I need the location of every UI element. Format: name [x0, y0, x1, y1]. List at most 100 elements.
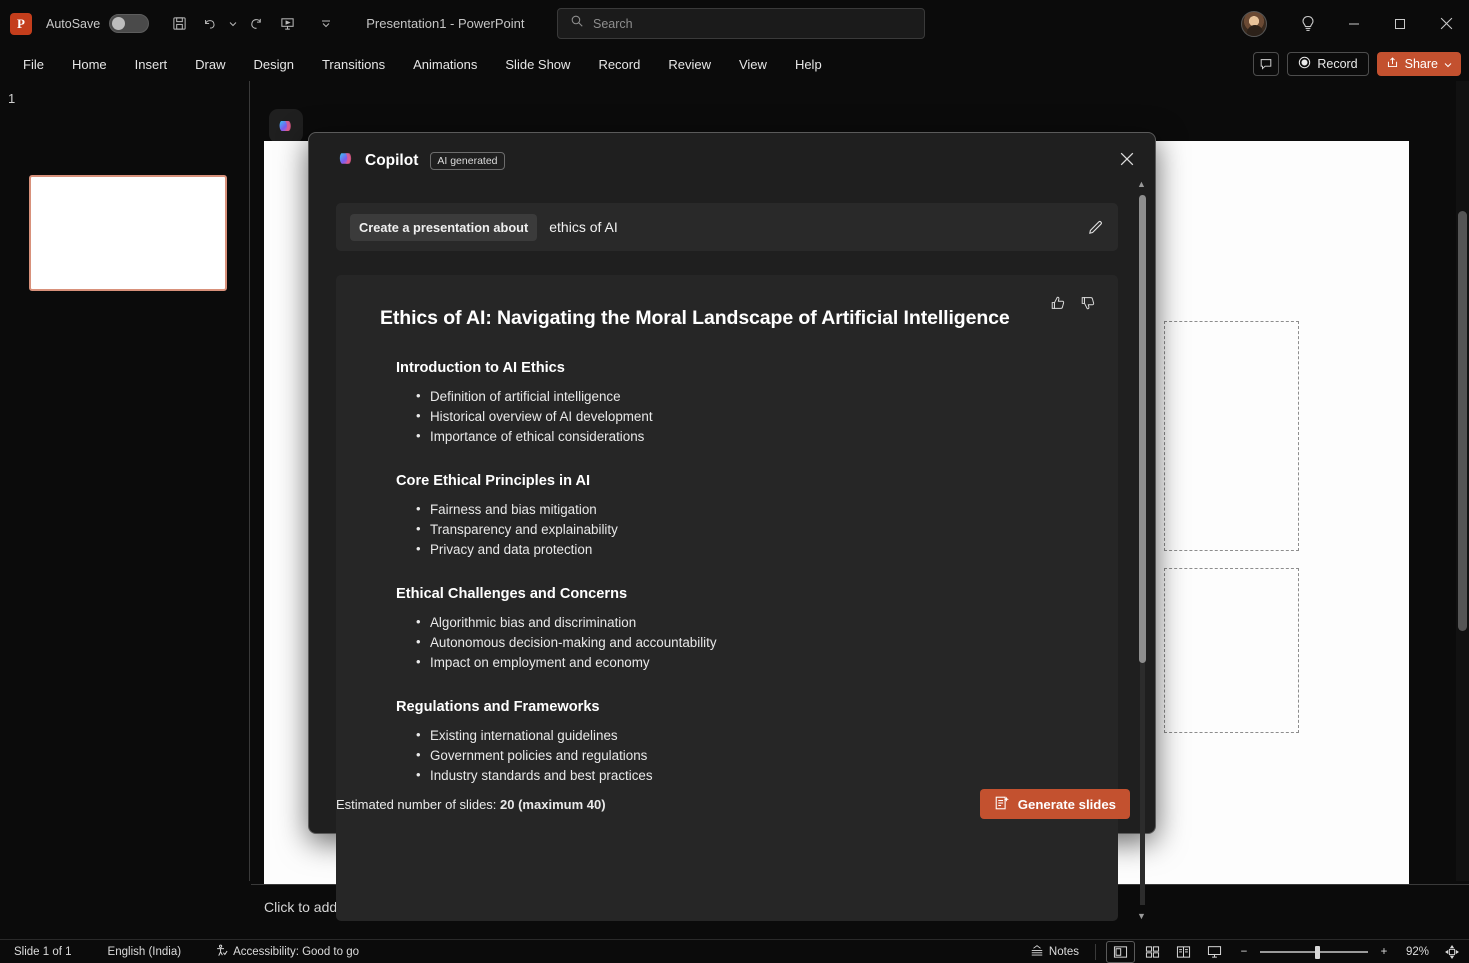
normal-view-button[interactable] — [1106, 941, 1135, 963]
generate-slides-button[interactable]: Generate slides — [980, 789, 1130, 819]
undo-dropdown-chevron-down-icon[interactable] — [227, 10, 239, 38]
canvas-scrollbar-thumb[interactable] — [1458, 211, 1467, 631]
undo-icon[interactable] — [196, 10, 224, 38]
maximize-button[interactable] — [1377, 0, 1423, 47]
estimated-slides-text: Estimated number of slides: 20 (maximum … — [336, 797, 606, 812]
title-bar-right-cluster — [1241, 0, 1469, 47]
reading-view-button[interactable] — [1170, 941, 1197, 963]
scroll-down-arrow-icon[interactable]: ▼ — [1137, 911, 1146, 921]
outline-bullet: Definition of artificial intelligence — [416, 387, 1078, 407]
zoom-in-label: + — [1381, 946, 1388, 958]
record-circle-icon — [1298, 56, 1311, 72]
powerpoint-logo-icon: P — [10, 13, 32, 35]
tab-design[interactable]: Design — [243, 53, 305, 76]
tab-review[interactable]: Review — [657, 53, 722, 76]
title-placeholder[interactable] — [1164, 321, 1299, 551]
copilot-dialog-footer: Estimated number of slides: 20 (maximum … — [309, 775, 1157, 833]
canvas-vertical-scrollbar[interactable] — [1456, 81, 1469, 881]
share-icon — [1386, 56, 1399, 72]
outline-bullet: Autonomous decision-making and accountab… — [416, 633, 1078, 653]
lightbulb-icon[interactable] — [1285, 0, 1331, 47]
tab-record[interactable]: Record — [587, 53, 651, 76]
thumbnail-number: 1 — [8, 91, 15, 106]
search-box[interactable]: Search — [557, 8, 925, 39]
tab-draw[interactable]: Draw — [184, 53, 236, 76]
tab-slide-show[interactable]: Slide Show — [494, 53, 581, 76]
outline-bullet: Privacy and data protection — [416, 540, 1078, 560]
status-bar-right-cluster: Notes − — [1024, 940, 1465, 963]
outline-section-heading: Core Ethical Principles in AI — [396, 473, 1078, 489]
copilot-dialog-title: Copilot — [365, 152, 418, 170]
ribbon-tab-bar: File Home Insert Draw Design Transitions… — [0, 47, 1469, 81]
outline-title: Ethics of AI: Navigating the Moral Lands… — [380, 307, 1078, 330]
notes-toggle-button[interactable]: Notes — [1024, 941, 1085, 963]
outline-section: Ethical Challenges and Concerns Algorith… — [380, 586, 1078, 673]
record-button-label: Record — [1317, 57, 1357, 71]
outline-bullet: Algorithmic bias and discrimination — [416, 613, 1078, 633]
fit-to-window-icon[interactable] — [1439, 941, 1465, 963]
redo-icon[interactable] — [242, 10, 270, 38]
zoom-level[interactable]: 92% — [1400, 941, 1435, 963]
zoom-out-button[interactable]: − — [1232, 941, 1256, 963]
accessibility-icon — [215, 944, 228, 960]
zoom-slider-track — [1260, 951, 1368, 953]
ai-generated-badge: AI generated — [430, 152, 504, 170]
outline-bullet: Government policies and regulations — [416, 746, 1078, 766]
prompt-row[interactable]: Create a presentation about ethics of AI — [336, 203, 1118, 251]
tab-view[interactable]: View — [728, 53, 778, 76]
language-indicator[interactable]: English (India) — [108, 946, 182, 958]
share-button[interactable]: Share — [1377, 52, 1461, 76]
slide-show-view-button[interactable] — [1201, 941, 1228, 963]
comments-icon[interactable] — [1253, 52, 1279, 76]
avatar[interactable] — [1241, 11, 1267, 37]
prompt-chip: Create a presentation about — [350, 214, 537, 241]
save-icon[interactable] — [165, 10, 193, 38]
tab-file[interactable]: File — [12, 53, 55, 76]
outline-section-heading: Introduction to AI Ethics — [396, 360, 1078, 376]
tab-home[interactable]: Home — [61, 53, 118, 76]
slide-sorter-view-button[interactable] — [1139, 941, 1166, 963]
autosave-label: AutoSave — [46, 17, 100, 31]
tab-transitions[interactable]: Transitions — [311, 53, 396, 76]
accessibility-status[interactable]: Accessibility: Good to go — [215, 944, 359, 960]
autosave-toggle[interactable] — [109, 14, 149, 33]
record-button[interactable]: Record — [1287, 52, 1368, 76]
edit-prompt-pencil-icon[interactable] — [1082, 214, 1108, 240]
thumbs-up-icon[interactable] — [1050, 295, 1066, 316]
zoom-slider-knob[interactable] — [1315, 946, 1320, 959]
content-placeholder[interactable] — [1164, 568, 1299, 733]
tab-animations[interactable]: Animations — [402, 53, 488, 76]
close-button[interactable] — [1423, 0, 1469, 47]
tab-help[interactable]: Help — [784, 53, 833, 76]
dialog-scrollbar-thumb[interactable] — [1139, 195, 1146, 663]
outline-section-heading: Regulations and Frameworks — [396, 699, 1078, 715]
zoom-in-button[interactable]: + — [1372, 941, 1396, 963]
more-commands-chevron-down-icon[interactable] — [312, 10, 340, 38]
search-placeholder: Search — [593, 17, 633, 31]
outline-bullet-list: Algorithmic bias and discrimination Auto… — [416, 613, 1078, 673]
minimize-button[interactable] — [1331, 0, 1377, 47]
outline-section: Core Ethical Principles in AI Fairness a… — [380, 473, 1078, 560]
slide-thumbnail-1[interactable] — [29, 175, 227, 291]
tab-insert[interactable]: Insert — [124, 53, 179, 76]
document-title: Presentation1 - PowerPoint — [366, 16, 524, 31]
outline-bullet: Importance of ethical considerations — [416, 427, 1078, 447]
accessibility-label: Accessibility: Good to go — [233, 946, 359, 958]
scroll-up-arrow-icon[interactable]: ▲ — [1137, 179, 1146, 189]
slide-counter[interactable]: Slide 1 of 1 — [14, 946, 72, 958]
outline-content: Ethics of AI: Navigating the Moral Lands… — [336, 275, 1118, 786]
status-divider — [1095, 944, 1096, 960]
status-bar: Slide 1 of 1 English (India) Accessibili… — [0, 939, 1469, 963]
prompt-input-value[interactable]: ethics of AI — [549, 219, 617, 235]
slide-thumbnail-pane: 1 — [0, 81, 250, 881]
quick-access-toolbar — [165, 10, 340, 38]
language-label: English (India) — [108, 946, 182, 958]
start-presentation-icon[interactable] — [273, 10, 301, 38]
estimate-value: 20 (maximum 40) — [500, 797, 606, 812]
outline-bullet: Impact on employment and economy — [416, 653, 1078, 673]
copilot-float-icon[interactable] — [269, 109, 303, 143]
copilot-dialog-close-icon[interactable] — [1111, 143, 1143, 175]
search-icon — [570, 14, 584, 33]
zoom-slider[interactable] — [1260, 941, 1368, 963]
thumbs-down-icon[interactable] — [1080, 295, 1096, 316]
